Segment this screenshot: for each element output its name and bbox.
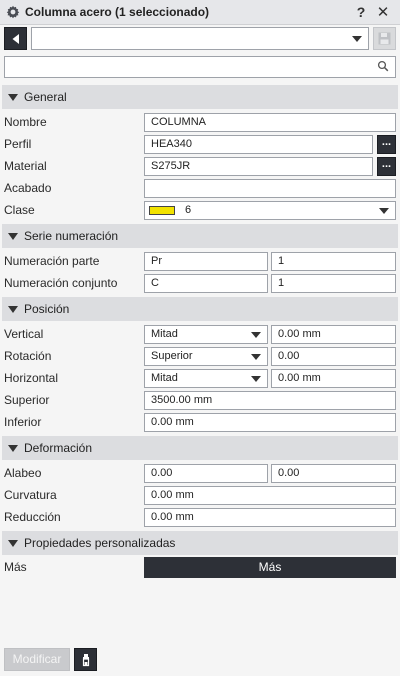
- section-deformation[interactable]: Deformación: [2, 436, 398, 460]
- shortening-field[interactable]: 0.00 mm: [144, 508, 396, 527]
- preset-select[interactable]: [31, 27, 369, 50]
- title-bar: Columna acero (1 seleccionado) ? ✕: [0, 0, 400, 25]
- assembly-numbering-label: Numeración conjunto: [4, 276, 118, 290]
- section-general[interactable]: General: [2, 85, 398, 109]
- camber-label: Curvatura: [4, 488, 57, 502]
- part-prefix-field[interactable]: Pr: [144, 252, 268, 271]
- collapse-triangle-icon: [8, 444, 18, 452]
- vertical-offset-field[interactable]: 0.00 mm: [271, 325, 396, 344]
- row-shortening: Reducción 0.00 mm: [0, 507, 400, 527]
- class-color-swatch: [149, 206, 175, 215]
- row-material: Material S275JR ...: [0, 156, 400, 176]
- save-button[interactable]: [373, 27, 396, 50]
- material-label: Material: [4, 159, 47, 173]
- more-label: Más: [4, 560, 27, 574]
- assembly-prefix-field[interactable]: C: [144, 274, 268, 293]
- section-title: Propiedades personalizadas: [24, 536, 176, 550]
- part-numbering-label: Numeración parte: [4, 254, 100, 268]
- row-class: Clase 6: [0, 200, 400, 220]
- search-icon: [377, 60, 389, 72]
- modify-button[interactable]: Modificar: [4, 648, 70, 671]
- collapse-triangle-icon: [8, 539, 18, 547]
- material-browse-button[interactable]: ...: [377, 157, 396, 176]
- finish-label: Acabado: [4, 181, 52, 195]
- collapse-triangle-icon: [8, 305, 18, 313]
- horizontal-option: Mitad: [151, 372, 178, 384]
- horizontal-offset-field[interactable]: 0.00 mm: [271, 369, 396, 388]
- bottom-field[interactable]: 0.00 mm: [144, 413, 396, 432]
- chevron-down-icon: [251, 354, 261, 360]
- back-button[interactable]: [4, 27, 27, 50]
- part-start-field[interactable]: 1: [271, 252, 396, 271]
- warping-label: Alabeo: [4, 466, 42, 480]
- material-field[interactable]: S275JR: [144, 157, 373, 176]
- row-horizontal: Horizontal Mitad 0.00 mm: [0, 368, 400, 388]
- rotation-offset-field[interactable]: 0.00: [271, 347, 396, 366]
- row-finish: Acabado: [0, 178, 400, 198]
- rotation-select[interactable]: Superior: [144, 347, 268, 366]
- warping-start-field[interactable]: 0.00: [144, 464, 268, 483]
- section-numbering[interactable]: Serie numeración: [2, 224, 398, 248]
- row-vertical: Vertical Mitad 0.00 mm: [0, 324, 400, 344]
- horizontal-select[interactable]: Mitad: [144, 369, 268, 388]
- class-label: Clase: [4, 203, 35, 217]
- section-title: Deformación: [24, 441, 93, 455]
- chevron-down-icon: [352, 36, 362, 42]
- gear-icon: [4, 3, 22, 21]
- finish-field[interactable]: [144, 179, 396, 198]
- section-position[interactable]: Posición: [2, 297, 398, 321]
- profile-field[interactable]: HEA340: [144, 135, 373, 154]
- profile-label: Perfil: [4, 137, 32, 151]
- name-field[interactable]: COLUMNA: [144, 113, 396, 132]
- row-profile: Perfil HEA340 ...: [0, 134, 400, 154]
- rotation-label: Rotación: [4, 349, 52, 363]
- assembly-start-field[interactable]: 1: [271, 274, 396, 293]
- section-title: Posición: [24, 302, 70, 316]
- chevron-down-icon: [251, 376, 261, 382]
- section-title: Serie numeración: [24, 229, 119, 243]
- search-input[interactable]: [4, 56, 396, 78]
- warping-end-field[interactable]: 0.00: [271, 464, 396, 483]
- collapse-triangle-icon: [8, 93, 18, 101]
- help-button[interactable]: ?: [350, 4, 372, 20]
- row-bottom: Inferior 0.00 mm: [0, 412, 400, 432]
- row-top: Superior 3500.00 mm: [0, 390, 400, 410]
- row-part-numbering: Numeración parte Pr 1: [0, 251, 400, 271]
- vertical-option: Mitad: [151, 328, 178, 340]
- bottom-label: Inferior: [4, 415, 42, 429]
- profile-browse-button[interactable]: ...: [377, 135, 396, 154]
- class-value: 6: [185, 204, 192, 216]
- row-camber: Curvatura 0.00 mm: [0, 485, 400, 505]
- vertical-label: Vertical: [4, 327, 44, 341]
- section-title: General: [24, 90, 67, 104]
- dropper-icon: [82, 653, 89, 666]
- row-warping: Alabeo 0.00 0.00: [0, 463, 400, 483]
- section-custom-properties[interactable]: Propiedades personalizadas: [2, 531, 398, 555]
- chevron-down-icon: [251, 332, 261, 338]
- more-button[interactable]: Más: [144, 557, 396, 578]
- chevron-down-icon: [379, 208, 389, 214]
- camber-field[interactable]: 0.00 mm: [144, 486, 396, 505]
- window-title: Columna acero (1 seleccionado): [25, 5, 210, 19]
- collapse-triangle-icon: [8, 232, 18, 240]
- shortening-label: Reducción: [4, 510, 61, 524]
- horizontal-label: Horizontal: [4, 371, 59, 385]
- back-arrow-icon: [12, 33, 19, 44]
- close-button[interactable]: ✕: [372, 3, 394, 21]
- toolbar: [0, 26, 400, 52]
- row-name: Nombre COLUMNA: [0, 112, 400, 132]
- pick-properties-button[interactable]: [74, 648, 97, 671]
- row-rotation: Rotación Superior 0.00: [0, 346, 400, 366]
- name-label: Nombre: [4, 115, 47, 129]
- vertical-select[interactable]: Mitad: [144, 325, 268, 344]
- top-field[interactable]: 3500.00 mm: [144, 391, 396, 410]
- row-assembly-numbering: Numeración conjunto C 1: [0, 273, 400, 293]
- top-label: Superior: [4, 393, 50, 407]
- save-icon: [378, 32, 391, 45]
- class-select[interactable]: 6: [144, 201, 396, 220]
- rotation-option: Superior: [151, 350, 193, 362]
